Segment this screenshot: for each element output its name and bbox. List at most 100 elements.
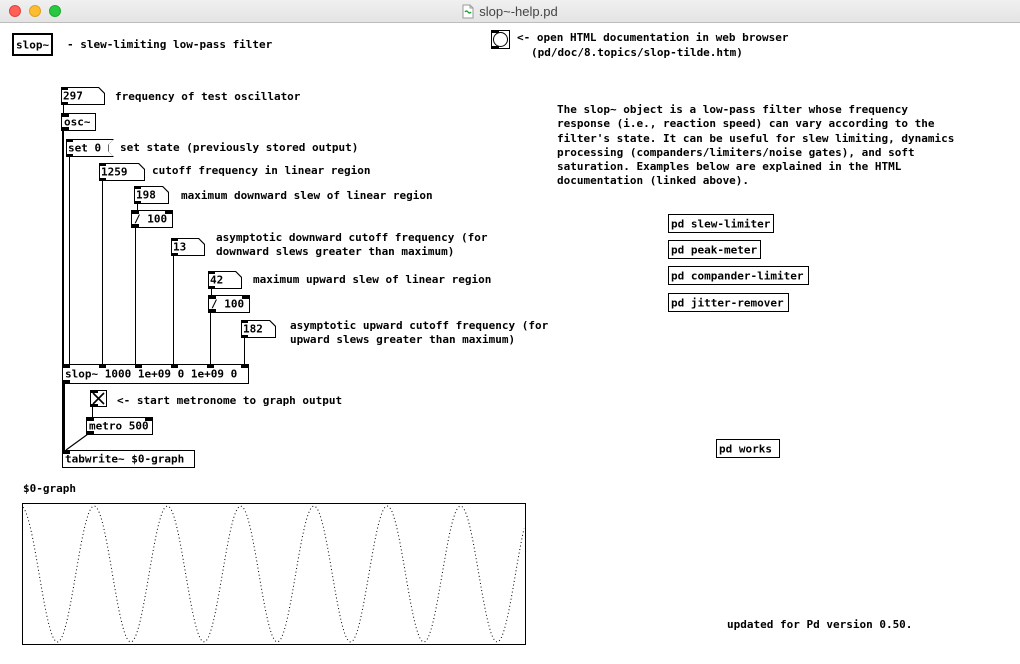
inlet-nub [66,139,73,142]
message-box-set-state[interactable]: set 0 [66,139,114,157]
inlet-nub [63,451,70,454]
title-group: slop~-help.pd [0,0,1020,22]
comment-open-docs-line2: (pd/doc/8.topics/slop-tilde.htm) [531,46,743,60]
patch-cord [135,227,136,364]
number-box-max-down-slew[interactable]: 198 [134,186,169,204]
inlet-nub [135,365,142,368]
subpatch-slew-limiter[interactable]: pd slew-limiter [668,214,774,233]
inlet-nub [241,320,248,323]
outlet-nub [91,404,98,406]
pd-patch-window: slop~-help.pd slop~ - slew-limiting low-… [0,0,1020,664]
number-box-cutoff[interactable]: 1259 [99,163,145,181]
object-text: pd peak-meter [671,243,757,256]
outlet-nub [492,46,499,48]
inlet-nub [132,211,139,214]
patch-cord [211,288,212,296]
inlet-nub [207,365,214,368]
inlet-nub [241,365,248,368]
inlet-nub [62,114,69,117]
patch-cord [210,312,211,364]
object-text: pd works [719,442,772,455]
patch-cord [63,104,64,113]
object-box-tabwrite[interactable]: tabwrite~ $0-graph [62,450,195,468]
outlet-nub [132,224,139,227]
comment-main-description: - slew-limiting low-pass filter [67,38,272,52]
object-text: slop~ 1000 1e+09 0 1e+09 0 [65,368,237,381]
object-text: tabwrite~ $0-graph [65,453,184,466]
patch-cord-diagonal [63,432,91,452]
inlet-nub [208,271,215,274]
comment-open-docs-line1: <- open HTML documentation in web browse… [517,31,789,45]
description-paragraph: The slop~ object is a low-pass filter wh… [557,103,954,189]
toggle-metronome[interactable] [90,390,107,407]
number-box-asymptotic-up[interactable]: 182 [241,320,276,338]
bang-circle [493,32,508,47]
patch-cord [173,255,174,364]
number-value: 13 [173,241,186,254]
number-box-asymptotic-down[interactable]: 13 [171,238,205,256]
subpatch-peak-meter[interactable]: pd peak-meter [668,240,761,259]
inlet-nub [61,87,68,90]
inlet-nub [99,163,106,166]
object-box-slop[interactable]: slop~ 1000 1e+09 0 1e+09 0 [62,364,249,384]
outlet-nub [87,431,94,434]
inlet-nub [171,365,178,368]
number-value: 182 [243,323,263,336]
outlet-nub [62,127,69,130]
inlet-nub [171,238,178,241]
number-value: 1259 [101,166,128,179]
comment-set-state: set state (previously stored output) [120,141,358,155]
inlet-nub [99,365,106,368]
inlet-nub [209,296,216,299]
comment-max-down-slew: maximum downward slew of linear region [181,189,433,203]
inlet-nub [87,418,94,421]
comment-asymptotic-down: asymptotic downward cutoff frequency (fo… [216,231,488,259]
inlet-nub [63,365,70,368]
number-box-max-up-slew[interactable]: 42 [208,271,242,289]
comment-start-metronome: <- start metronome to graph output [117,394,342,408]
patch-cord [244,337,245,364]
object-box-divide-down[interactable]: / 100 [131,210,173,228]
inlet-nub [91,391,98,393]
signal-cord [62,130,64,364]
number-box-test-frequency[interactable]: 297 [61,87,105,105]
inlet-nub [134,186,141,189]
object-text: pd jitter-remover [671,296,784,309]
subpatch-jitter-remover[interactable]: pd jitter-remover [668,293,789,312]
graph-canvas [22,503,526,645]
object-box-divide-up[interactable]: / 100 [208,295,250,313]
object-box-slop-main-label[interactable]: slop~ [12,33,53,56]
window-title: slop~-help.pd [479,4,557,19]
subpatch-compander-limiter[interactable]: pd compander-limiter [668,266,809,285]
bang-open-docs[interactable] [491,30,510,49]
object-box-metro[interactable]: metro 500 [86,417,153,435]
subpatch-works[interactable]: pd works [716,439,780,458]
graph-array-label: $0-graph [23,482,76,496]
inlet-nub [145,418,152,421]
patch-cord [137,203,138,211]
title-bar: slop~-help.pd [0,0,1020,23]
comment-version-footer: updated for Pd version 0.50. [727,618,912,632]
object-text: metro 500 [89,420,149,433]
comment-cutoff: cutoff frequency in linear region [152,164,371,178]
message-text: set 0 [68,142,101,155]
comment-max-up-slew: maximum upward slew of linear region [253,273,491,287]
object-text: pd slew-limiter [671,217,770,230]
patch-cord [92,406,93,417]
document-icon [462,4,474,19]
patch-cord [69,156,70,364]
number-value: 198 [136,189,156,202]
patch-cord [102,180,103,364]
comment-test-frequency: frequency of test oscillator [115,90,300,104]
outlet-nub [63,380,70,383]
number-value: 42 [210,274,223,287]
object-text: pd compander-limiter [671,269,803,282]
object-box-osc[interactable]: osc~ [61,113,96,131]
object-text: slop~ [16,38,49,51]
comment-asymptotic-up: asymptotic upward cutoff frequency (for … [290,319,548,347]
inlet-nub [165,211,172,214]
number-value: 297 [63,90,83,103]
inlet-nub [492,31,499,33]
graph-waveform [23,504,525,644]
outlet-nub [209,309,216,312]
